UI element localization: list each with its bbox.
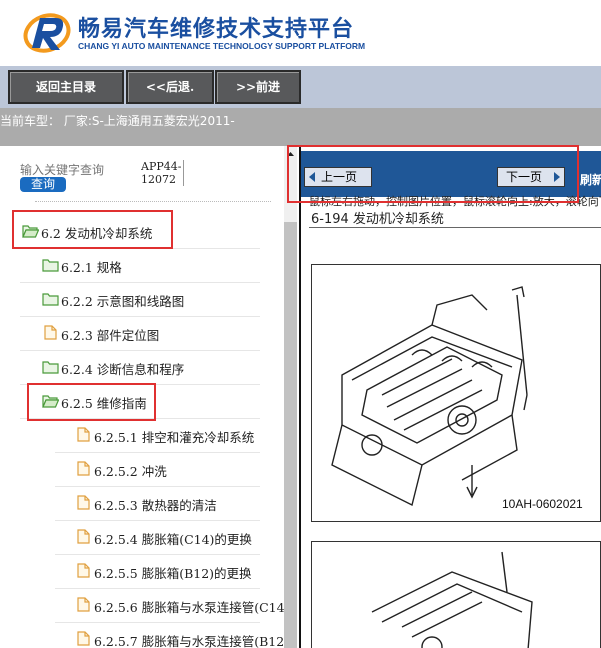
search-button[interactable]: 查询 — [20, 177, 66, 192]
highlight-box-repair-guide — [27, 383, 156, 421]
figure-divider — [309, 227, 601, 228]
tree-item[interactable]: 6.2.4 诊断信息和程序 — [20, 350, 260, 385]
document-icon — [75, 631, 92, 646]
figure-title: 6-194 发动机冷却系统 — [311, 212, 444, 227]
tree-item-label: 6.2.3 部件定位图 — [61, 328, 160, 343]
document-icon — [75, 427, 92, 442]
document-icon — [75, 563, 92, 578]
refresh-button[interactable]: 刷新 — [577, 171, 601, 188]
highlight-box-cooling — [12, 210, 173, 249]
tree-item-label: 6.2.5.1 排空和灌充冷却系统 — [94, 430, 255, 445]
document-icon — [42, 325, 59, 340]
back-button[interactable]: <<后退. — [126, 70, 214, 104]
tree-item[interactable]: 6.2.5.7 膨胀箱与水泵连接管(B12) — [55, 622, 289, 648]
tree-item[interactable]: 6.2.5.6 膨胀箱与水泵连接管(C14) — [55, 588, 289, 623]
document-icon — [75, 495, 92, 510]
app-title: 畅易汽车维修技术支持平台 — [78, 17, 355, 42]
status-bar: 当前车型： 厂家:S-上海通用五菱宏光2011- — [0, 108, 601, 146]
tree-item[interactable]: 6.2.3 部件定位图 — [20, 316, 260, 351]
tree-item-label: 6.2.5.5 膨胀箱(B12)的更换 — [94, 566, 252, 581]
tree-item-label: 6.2.2 示意图和线路图 — [61, 294, 185, 309]
engine-diagram-2[interactable] — [311, 541, 601, 648]
engine-drawing-icon — [331, 286, 528, 507]
tree-item-label: 6.2.5.4 膨胀箱(C14)的更换 — [94, 532, 252, 547]
tree-item[interactable]: 6.2.2 示意图和线路图 — [20, 282, 260, 317]
home-button[interactable]: 返回主目录 — [8, 70, 124, 104]
document-icon — [75, 461, 92, 476]
tree-item-label: 6.2.5.6 膨胀箱与水泵连接管(C14) — [94, 600, 290, 615]
brand-logo-icon — [23, 13, 71, 53]
folder-icon — [42, 291, 59, 306]
tree-item[interactable]: 6.2.5.3 散热器的清洁 — [55, 486, 260, 521]
tree-item-label: 6.2.1 规格 — [61, 260, 122, 275]
app-code-label: APP44-12072 — [141, 160, 184, 186]
highlight-box-viewer-nav — [287, 145, 579, 203]
tree-item[interactable]: 6.2.5.5 膨胀箱(B12)的更换 — [55, 554, 260, 589]
tree-item[interactable]: 6.2.5.2 冲洗 — [55, 452, 260, 487]
engine-drawing-2-icon — [371, 551, 533, 648]
tree-item[interactable]: 6.2.5.4 膨胀箱(C14)的更换 — [55, 520, 260, 555]
toolbar: 返回主目录 <<后退. >>前进 — [0, 66, 601, 108]
document-icon — [75, 597, 92, 612]
tree-item-label: 6.2.5.7 膨胀箱与水泵连接管(B12) — [94, 634, 290, 648]
tree-scrollbar-thumb[interactable] — [284, 222, 297, 648]
tree-item-label: 6.2.4 诊断信息和程序 — [61, 362, 185, 377]
figure-code: 10AH-0602021 — [502, 497, 583, 511]
app-header: 畅易汽车维修技术支持平台 CHANG YI AUTO MAINTENANCE T… — [0, 0, 601, 66]
tree-item-label: 6.2.5.2 冲洗 — [94, 464, 167, 479]
folder-icon — [42, 359, 59, 374]
app-subtitle: CHANG YI AUTO MAINTENANCE TECHNOLOGY SUP… — [78, 41, 366, 51]
forward-button[interactable]: >>前进 — [215, 70, 301, 104]
tree-item[interactable]: 6.2.5.1 排空和灌充冷却系统 — [55, 418, 260, 453]
tree-item[interactable]: 6.2.1 规格 — [20, 248, 260, 283]
tree-item-label: 6.2.5.3 散热器的清洁 — [94, 498, 217, 513]
document-icon — [75, 529, 92, 544]
divider — [35, 201, 271, 202]
engine-diagram[interactable]: 10AH-0602021 — [311, 264, 601, 522]
current-vehicle-text: 当前车型： 厂家:S-上海通用五菱宏光2011- — [0, 114, 235, 128]
folder-icon — [42, 257, 59, 272]
viewer-panel: 上一页 下一页 刷新 鼠标左右拖动，控制图片位置，鼠标滚轮向上:放大，滚轮向下:… — [299, 146, 601, 648]
